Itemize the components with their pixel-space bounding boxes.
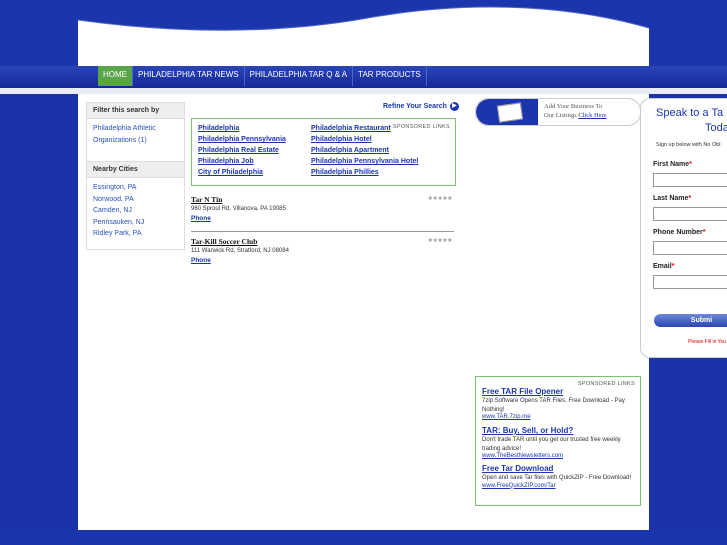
phone-number-field[interactable] (653, 241, 727, 255)
add-business-banner[interactable]: Add Your Business To Our Listings Click … (475, 98, 641, 126)
sponsored-links-box: SPONSORED LINKS Philadelphia Philadelphi… (191, 118, 456, 186)
sponsored-link[interactable]: Philadelphia Real Estate (198, 147, 279, 154)
ad-title[interactable]: TAR: Buy, Sell, or Hold? (482, 426, 636, 435)
lead-form-subtitle: Sign up below with No Obl (656, 142, 721, 148)
email-field[interactable] (653, 275, 727, 289)
ad-url[interactable]: www.FreeQuickZIP.com/Tar (482, 483, 636, 489)
filter-box: Filter this search by Philadelphia Athle… (86, 102, 185, 165)
refine-search-label: Refine Your Search (383, 103, 447, 110)
sponsored-link[interactable]: Philadelphia Phillies (311, 169, 379, 176)
city-link-norwood[interactable]: Norwood, PA (93, 194, 178, 206)
last-name-label: Last Name* (653, 195, 692, 202)
listing-name[interactable]: Tar-Kill Soccer Club (191, 237, 454, 246)
lead-form-panel: Speak to a Ta Toda Sign up below with No… (640, 98, 727, 358)
listing-address: 960 Sproul Rd, Villanova, PA 19085 (191, 206, 286, 212)
lead-form-title-line2: Toda (705, 122, 727, 134)
lead-form-title: Speak to a Ta (656, 107, 724, 119)
nav-tar-products[interactable]: Tar Products (353, 66, 427, 86)
ad-description: Don't trade TAR until you get our truste… (482, 437, 621, 452)
arrow-right-icon: ▶ (449, 102, 459, 111)
listing-name[interactable]: Tar N Tin (191, 195, 454, 204)
ad-item: Free TAR File Opener 7zip Software Opens… (482, 387, 636, 420)
first-name-label: First Name* (653, 161, 692, 168)
city-link-camden[interactable]: Camden, NJ (93, 205, 178, 217)
last-name-field[interactable] (653, 207, 727, 221)
ad-url[interactable]: www.TheBestNewsletters.com (482, 453, 636, 459)
sponsored-ads-box: SPONSORED LINKS Free TAR File Opener 7zi… (475, 376, 641, 506)
site-title[interactable]: philadelphiatar.com (74, 3, 206, 21)
listing-phone-link[interactable]: Phone (191, 215, 211, 222)
business-card-icon (496, 102, 524, 123)
nav-home[interactable]: Home (98, 66, 133, 86)
listing-phone-link[interactable]: Phone (191, 257, 211, 264)
listing-item: Tar-Kill Soccer Club 111 Warwick Rd, Str… (191, 237, 454, 264)
sponsored-link[interactable]: Philadelphia Apartment (311, 147, 389, 154)
nav-philadelphia-tar-news[interactable]: Philadelphia Tar News (133, 66, 245, 86)
click-here-link[interactable]: Click Here (578, 112, 606, 119)
nav-philadelphia-tar-qa[interactable]: Philadelphia Tar Q & A (245, 66, 354, 86)
rating-stars-icon: ★★★★★ (427, 196, 453, 202)
city-link-ridley-park[interactable]: Ridley Park, PA (93, 228, 178, 240)
sponsored-link[interactable]: Philadelphia (198, 125, 239, 132)
nav-underline-strip (0, 88, 727, 94)
sponsored-link[interactable]: City of Philadelphia (198, 169, 263, 176)
footer-bar (0, 530, 727, 545)
submit-button[interactable]: Submi (654, 314, 727, 327)
first-name-field[interactable] (653, 173, 727, 187)
sponsored-link[interactable]: Philadelphia Restaurant (311, 125, 391, 132)
nearby-cities-heading: Nearby Cities (87, 162, 184, 178)
listing-item: Tar N Tin 960 Sproul Rd, Villanova, PA 1… (191, 195, 454, 222)
nearby-cities-box: Nearby Cities Essington, PA Norwood, PA … (86, 161, 185, 250)
sponsored-link[interactable]: Philadelphia Hotel (311, 136, 372, 143)
sponsored-link[interactable]: Philadelphia Pennsylvania Hotel (311, 158, 418, 165)
rating-stars-icon: ★★★★★ (427, 238, 453, 244)
ad-description: Open and save Tar files with QuickZIP - … (482, 475, 632, 481)
phone-number-label: Phone Number* (653, 229, 706, 236)
form-note: Please Fill in You (688, 339, 727, 345)
ad-item: Free Tar Download Open and save Tar file… (482, 464, 636, 489)
filter-link-athletic-organizations[interactable]: Philadelphia Athletic Organizations (1) (93, 123, 178, 146)
city-link-pennsauken[interactable]: Pennsauken, NJ (93, 217, 178, 229)
email-label: Email* (653, 263, 675, 270)
add-business-text: Add Your Business To Our Listings Click … (544, 103, 607, 119)
ad-title[interactable]: Free TAR File Opener (482, 387, 636, 396)
listing-address: 111 Warwick Rd, Stratford, NJ 08084 (191, 248, 289, 254)
ad-item: TAR: Buy, Sell, or Hold? Don't trade TAR… (482, 426, 636, 459)
ad-url[interactable]: www.TAR.7zip.me (482, 414, 636, 420)
ad-title[interactable]: Free Tar Download (482, 464, 636, 473)
ad-description: 7zip Software Opens TAR Files. Free Down… (482, 398, 625, 413)
sponsored-links-label: SPONSORED LINKS (392, 124, 450, 130)
filter-heading: Filter this search by (87, 103, 184, 119)
listing-divider (191, 231, 454, 232)
city-link-essington[interactable]: Essington, PA (93, 182, 178, 194)
sponsored-link[interactable]: Philadelphia Pennsylvania (198, 136, 286, 143)
main-nav: Home Philadelphia Tar News Philadelphia … (98, 66, 427, 86)
refine-search-button[interactable]: Refine Your Search ▶ (383, 102, 459, 111)
sponsored-link[interactable]: Philadelphia Job (198, 158, 254, 165)
